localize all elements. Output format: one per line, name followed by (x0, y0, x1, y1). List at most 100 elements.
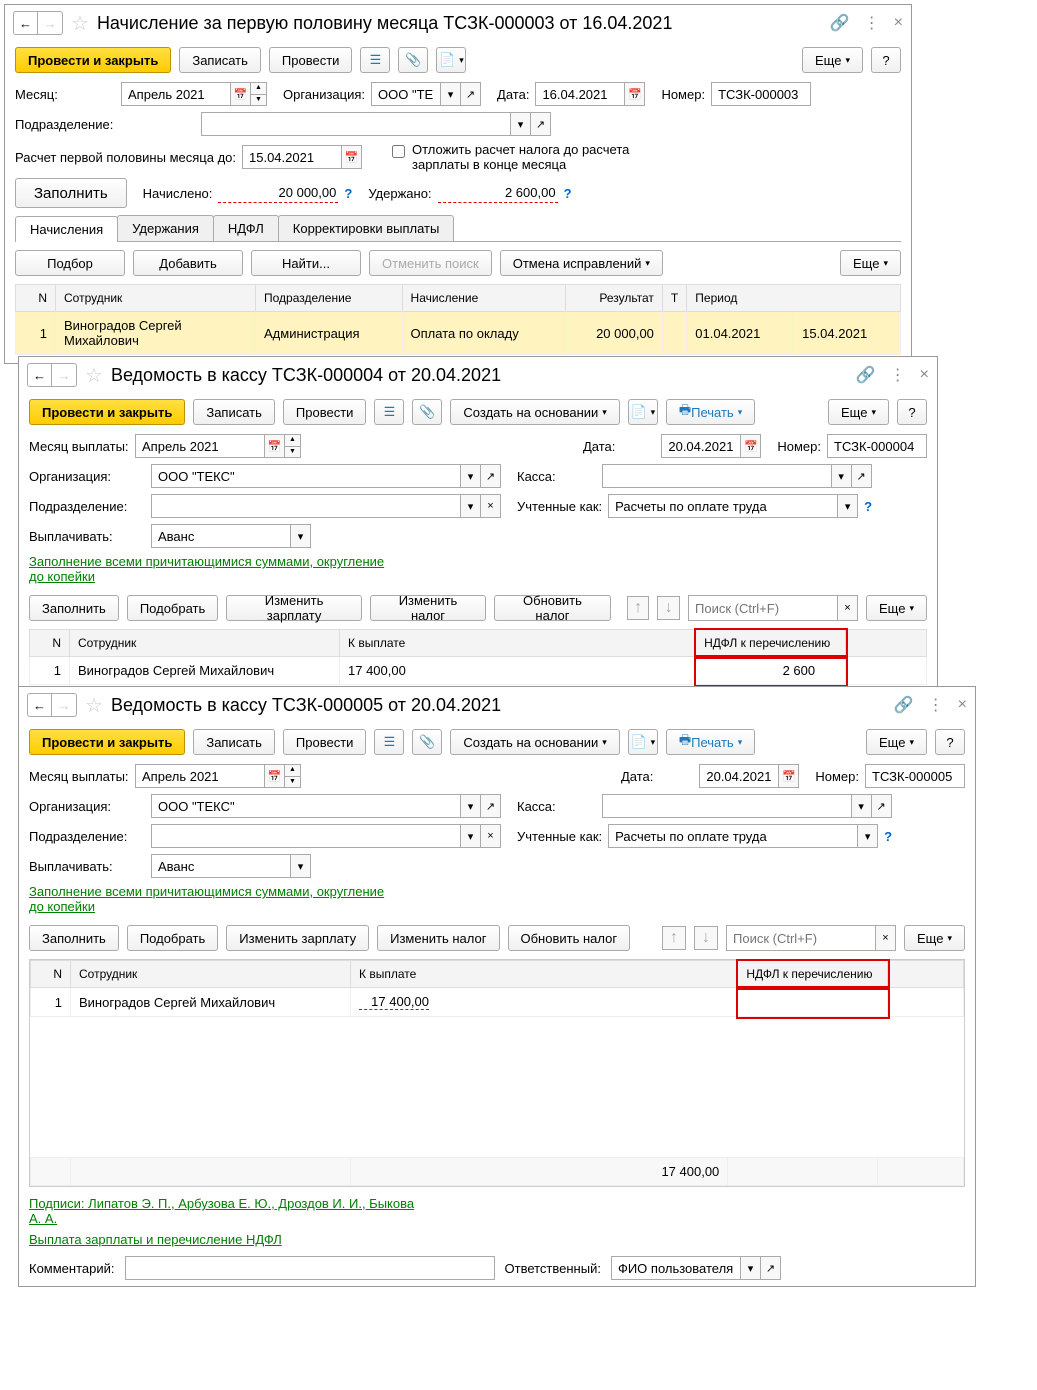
link-icon[interactable]: 🔗 (894, 695, 914, 715)
template-icon[interactable]: 📄 (628, 399, 658, 425)
dept-input[interactable] (201, 112, 511, 136)
post-button[interactable]: Провести (283, 729, 367, 755)
close-icon[interactable]: × (894, 14, 903, 32)
signers-link[interactable]: Подписи: Липатов Э. П., Арбузова Е. Ю., … (29, 1196, 429, 1226)
attach-icon[interactable]: 📎 (412, 399, 442, 425)
clear-icon[interactable]: × (876, 925, 896, 951)
help-button[interactable]: ? (871, 47, 901, 73)
date-input[interactable] (661, 434, 741, 458)
up-icon[interactable]: ↑ (627, 596, 650, 620)
menu-icon[interactable]: ⋮ (864, 13, 880, 33)
link-icon[interactable]: 🔗 (830, 13, 850, 33)
list-icon[interactable]: ☰ (374, 399, 404, 425)
attach-icon[interactable]: 📎 (412, 729, 442, 755)
fill-button[interactable]: Заполнить (29, 595, 119, 621)
more-button[interactable]: Еще (840, 250, 901, 276)
more-button[interactable]: Еще (828, 399, 889, 425)
attach-icon[interactable]: 📎 (398, 47, 428, 73)
menu-icon[interactable]: ⋮ (928, 695, 944, 715)
link-icon[interactable]: 🔗 (856, 365, 876, 385)
search-input[interactable] (688, 595, 838, 621)
acct-input[interactable] (608, 824, 858, 848)
month-up[interactable]: ▲ (251, 82, 267, 94)
change-tax-button[interactable]: Изменить налог (377, 925, 499, 951)
num-input[interactable] (711, 82, 811, 106)
dept-input[interactable] (151, 824, 461, 848)
back-button[interactable]: ← (28, 694, 52, 716)
cancel-fix-button[interactable]: Отмена исправлений (500, 250, 663, 276)
post-close-button[interactable]: Провести и закрыть (15, 47, 171, 73)
print-button[interactable]: 🖶 Печать (666, 399, 755, 425)
table-row[interactable]: 1 Виноградов Сергей Михайлович 17 400,00 (31, 988, 964, 1017)
fill-mode-link[interactable]: Заполнение всеми причитающимися суммами,… (29, 884, 399, 914)
change-salary-button[interactable]: Изменить зарплату (226, 925, 369, 951)
down-icon[interactable]: ↓ (657, 596, 680, 620)
dropdown-icon[interactable]: ▾ (511, 112, 531, 136)
back-button[interactable]: ← (14, 12, 38, 34)
org-input[interactable] (371, 82, 441, 106)
defer-checkbox[interactable] (392, 145, 405, 158)
num-input[interactable] (827, 434, 927, 458)
post-close-button[interactable]: Провести и закрыть (29, 729, 185, 755)
more-button[interactable]: Еще (802, 47, 863, 73)
save-button[interactable]: Записать (179, 47, 261, 73)
favorite-icon[interactable]: ☆ (71, 11, 89, 36)
forward-button[interactable]: → (52, 694, 76, 716)
pay-input[interactable] (151, 524, 291, 548)
select-button[interactable]: Подбор (15, 250, 125, 276)
forward-button[interactable]: → (38, 12, 62, 34)
search-input[interactable] (726, 925, 876, 951)
create-based-button[interactable]: Создать на основании (450, 729, 619, 755)
list-icon[interactable]: ☰ (374, 729, 404, 755)
forward-button[interactable]: → (52, 364, 76, 386)
org-input[interactable] (151, 464, 461, 488)
date-input[interactable] (699, 764, 779, 788)
dept-input[interactable] (151, 494, 461, 518)
more-button[interactable]: Еще (866, 729, 927, 755)
favorite-icon[interactable]: ☆ (85, 363, 103, 388)
calendar-icon[interactable]: 📅 (779, 764, 799, 788)
clear-icon[interactable]: × (838, 595, 858, 621)
table-row[interactable]: 1 Виноградов Сергей Михайлович Администр… (16, 312, 901, 355)
help-icon[interactable]: ? (884, 829, 892, 844)
more-button[interactable]: Еще (904, 925, 965, 951)
calendar-icon[interactable]: 📅 (265, 764, 285, 788)
acct-input[interactable] (608, 494, 838, 518)
save-button[interactable]: Записать (193, 729, 275, 755)
template-icon[interactable]: 📄 (436, 47, 466, 73)
open-icon[interactable]: ↗ (461, 82, 481, 106)
org-input[interactable] (151, 794, 461, 818)
up-icon[interactable]: ↑ (662, 926, 686, 950)
help-icon[interactable]: ? (564, 186, 572, 201)
open-icon[interactable]: ↗ (531, 112, 551, 136)
calendar-icon[interactable]: 📅 (342, 145, 362, 169)
pick-button[interactable]: Подобрать (127, 925, 218, 951)
find-button[interactable]: Найти... (251, 250, 361, 276)
tab-deductions[interactable]: Удержания (117, 215, 214, 241)
more-button[interactable]: Еще (866, 595, 927, 621)
back-button[interactable]: ← (28, 364, 52, 386)
month-down[interactable]: ▼ (251, 94, 267, 106)
calendar-icon[interactable]: 📅 (265, 434, 285, 458)
help-icon[interactable]: ? (864, 499, 872, 514)
calendar-icon[interactable]: 📅 (741, 434, 761, 458)
change-tax-button[interactable]: Изменить налог (370, 595, 486, 621)
fill-mode-link[interactable]: Заполнение всеми причитающимися суммами,… (29, 554, 399, 584)
help-icon[interactable]: ? (344, 186, 352, 201)
down-icon[interactable]: ↓ (694, 926, 718, 950)
pick-button[interactable]: Подобрать (127, 595, 218, 621)
update-tax-button[interactable]: Обновить налог (494, 595, 611, 621)
month-input[interactable] (135, 764, 265, 788)
dropdown-icon[interactable]: ▾ (441, 82, 461, 106)
calendar-icon[interactable]: 📅 (625, 82, 645, 106)
comment-input[interactable] (125, 1256, 495, 1280)
tab-corrections[interactable]: Корректировки выплаты (278, 215, 455, 241)
menu-icon[interactable]: ⋮ (890, 365, 906, 385)
fill-button[interactable]: Заполнить (29, 925, 119, 951)
calendar-icon[interactable]: 📅 (231, 82, 251, 106)
resp-input[interactable] (611, 1256, 741, 1280)
print-button[interactable]: 🖶 Печать (666, 729, 755, 755)
favorite-icon[interactable]: ☆ (85, 693, 103, 718)
list-icon[interactable]: ☰ (360, 47, 390, 73)
save-button[interactable]: Записать (193, 399, 275, 425)
